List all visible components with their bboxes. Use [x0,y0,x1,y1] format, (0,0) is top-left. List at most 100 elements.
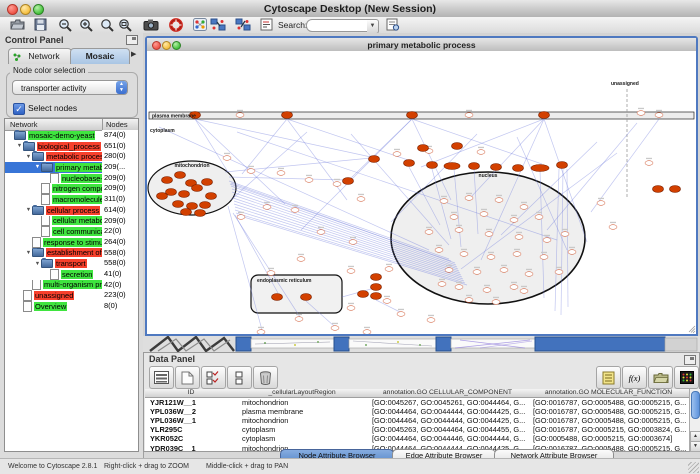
tree-row[interactable]: cell communicat22(0) [5,226,138,237]
annotation-icon[interactable] [258,17,276,32]
network-node-small[interactable] [297,257,305,262]
tree-row[interactable]: macromolecule311(0) [5,194,138,205]
delete-attribute-icon[interactable] [253,366,278,389]
network-node-small[interactable] [425,230,433,235]
network-node-small[interactable] [535,215,543,220]
float-panel-icon[interactable] [126,35,138,45]
unselect-all-attributes-icon[interactable] [227,366,252,389]
node-color-select[interactable]: transporter activity [12,80,128,95]
tree-row[interactable]: multi-organism pro42(0) [5,280,138,291]
network-node-small[interactable] [445,268,453,273]
network-node[interactable] [371,293,382,300]
network-node[interactable] [531,165,549,172]
help-ring-icon[interactable] [167,17,185,32]
network-node[interactable] [404,160,415,167]
network-overview-icon[interactable] [191,17,209,32]
network-node[interactable] [418,145,429,152]
zoom-selected-icon[interactable] [98,17,116,32]
network-node-small[interactable] [540,255,548,260]
disclosure-triangle[interactable]: ▼ [16,143,23,149]
network-node[interactable] [282,112,293,119]
network-node-small[interactable] [597,201,605,206]
network-node[interactable] [670,186,681,193]
tree-row[interactable]: Overview8(0) [5,301,138,312]
network-node[interactable] [444,163,460,170]
network-node-small[interactable] [543,238,551,243]
table-column-header[interactable]: ID [145,389,238,398]
zoom-in-icon[interactable] [77,17,95,32]
combo-stepper-icon[interactable]: ▲▼ [116,81,127,94]
tab-network[interactable]: Network [8,48,72,64]
network-node-small[interactable] [427,318,435,323]
network-node-small[interactable] [520,205,528,210]
network-node-small[interactable] [515,235,523,240]
network-node-small[interactable] [257,330,265,334]
search-input[interactable] [306,19,372,32]
tree-row[interactable]: ▼establishment of lo558(0) [5,248,138,259]
tree-row[interactable]: ▼biological_process651(0) [5,141,138,152]
network-node[interactable] [173,201,184,208]
network-node-small[interactable] [397,312,405,317]
network-node-small[interactable] [263,205,271,210]
import-table-icon[interactable] [234,17,252,32]
network-node-small[interactable] [438,282,446,287]
network-node-small[interactable] [609,225,617,230]
tree-row[interactable]: ▼cellular process614(0) [5,205,138,216]
network-node-small[interactable] [480,212,488,217]
tree-row[interactable]: mosaic-demo-yeast874(0) [5,130,138,141]
network-node[interactable] [371,274,382,281]
network-node-small[interactable] [495,198,503,203]
float-data-panel-icon[interactable] [684,355,696,365]
network-node-small[interactable] [333,182,341,187]
network-node-small[interactable] [492,300,500,305]
tab-overflow-arrow[interactable]: ▶ [131,50,136,58]
table-row[interactable]: YKR052Ccytoplasm[GO:0044464, GO:0044446,… [145,434,689,443]
network-node[interactable] [187,203,198,210]
network-node-small[interactable] [637,111,645,116]
network-node-small[interactable] [510,218,518,223]
table-column-header[interactable]: _cellularLayoutRegion [237,389,368,398]
table-row[interactable]: YPL036W__1mitochondrion[GO:0044464, GO:0… [145,416,689,425]
network-node-small[interactable] [645,161,653,166]
disclosure-triangle[interactable]: ▼ [25,154,32,160]
network-node[interactable] [469,163,480,170]
network-node-small[interactable] [513,252,521,257]
network-node[interactable] [175,172,186,179]
disclosure-triangle[interactable]: ▼ [25,250,32,256]
network-node[interactable] [653,186,664,193]
formula-icon[interactable]: f(x) [622,366,647,389]
tree-row[interactable]: nucleobase-209(0) [5,173,138,184]
tree-row[interactable]: ▼primary metabol209(... [5,162,138,173]
disclosure-triangle[interactable]: ▼ [34,164,41,170]
save-icon[interactable] [31,17,49,32]
network-node-small[interactable] [277,171,285,176]
network-node[interactable] [452,143,463,150]
table-column-header[interactable]: annotation.GO MOLECULAR_FUNCTION [528,389,689,398]
network-node[interactable] [343,178,354,185]
network-node-small[interactable] [483,288,491,293]
network-node-small[interactable] [383,299,391,304]
network-node[interactable] [195,210,206,217]
network-node-small[interactable] [525,272,533,277]
tree-column-network[interactable]: Network [10,120,38,129]
scrollbar-thumb[interactable] [691,391,700,419]
network-node-small[interactable] [435,248,443,253]
network-node-small[interactable] [267,271,275,276]
network-node-small[interactable] [485,232,493,237]
network-node-small[interactable] [473,270,481,275]
resize-grip[interactable] [688,462,699,473]
tree-row[interactable]: response to stimul264(0) [5,237,138,248]
tree-row[interactable]: cellular metabol209(0) [5,216,138,227]
network-node-small[interactable] [465,113,473,118]
network-node[interactable] [179,191,190,198]
network-node-small[interactable] [460,252,468,257]
tree-column-nodes[interactable]: Nodes [106,120,128,129]
import-attributes-icon[interactable] [648,366,673,389]
network-node-small[interactable] [357,197,365,202]
network-node-small[interactable] [510,285,518,290]
network-node[interactable] [557,162,568,169]
select-nodes-checkbox[interactable]: ✓ [13,103,25,115]
network-node-small[interactable] [487,255,495,260]
network-node-small[interactable] [450,215,458,220]
network-node[interactable] [407,112,418,119]
